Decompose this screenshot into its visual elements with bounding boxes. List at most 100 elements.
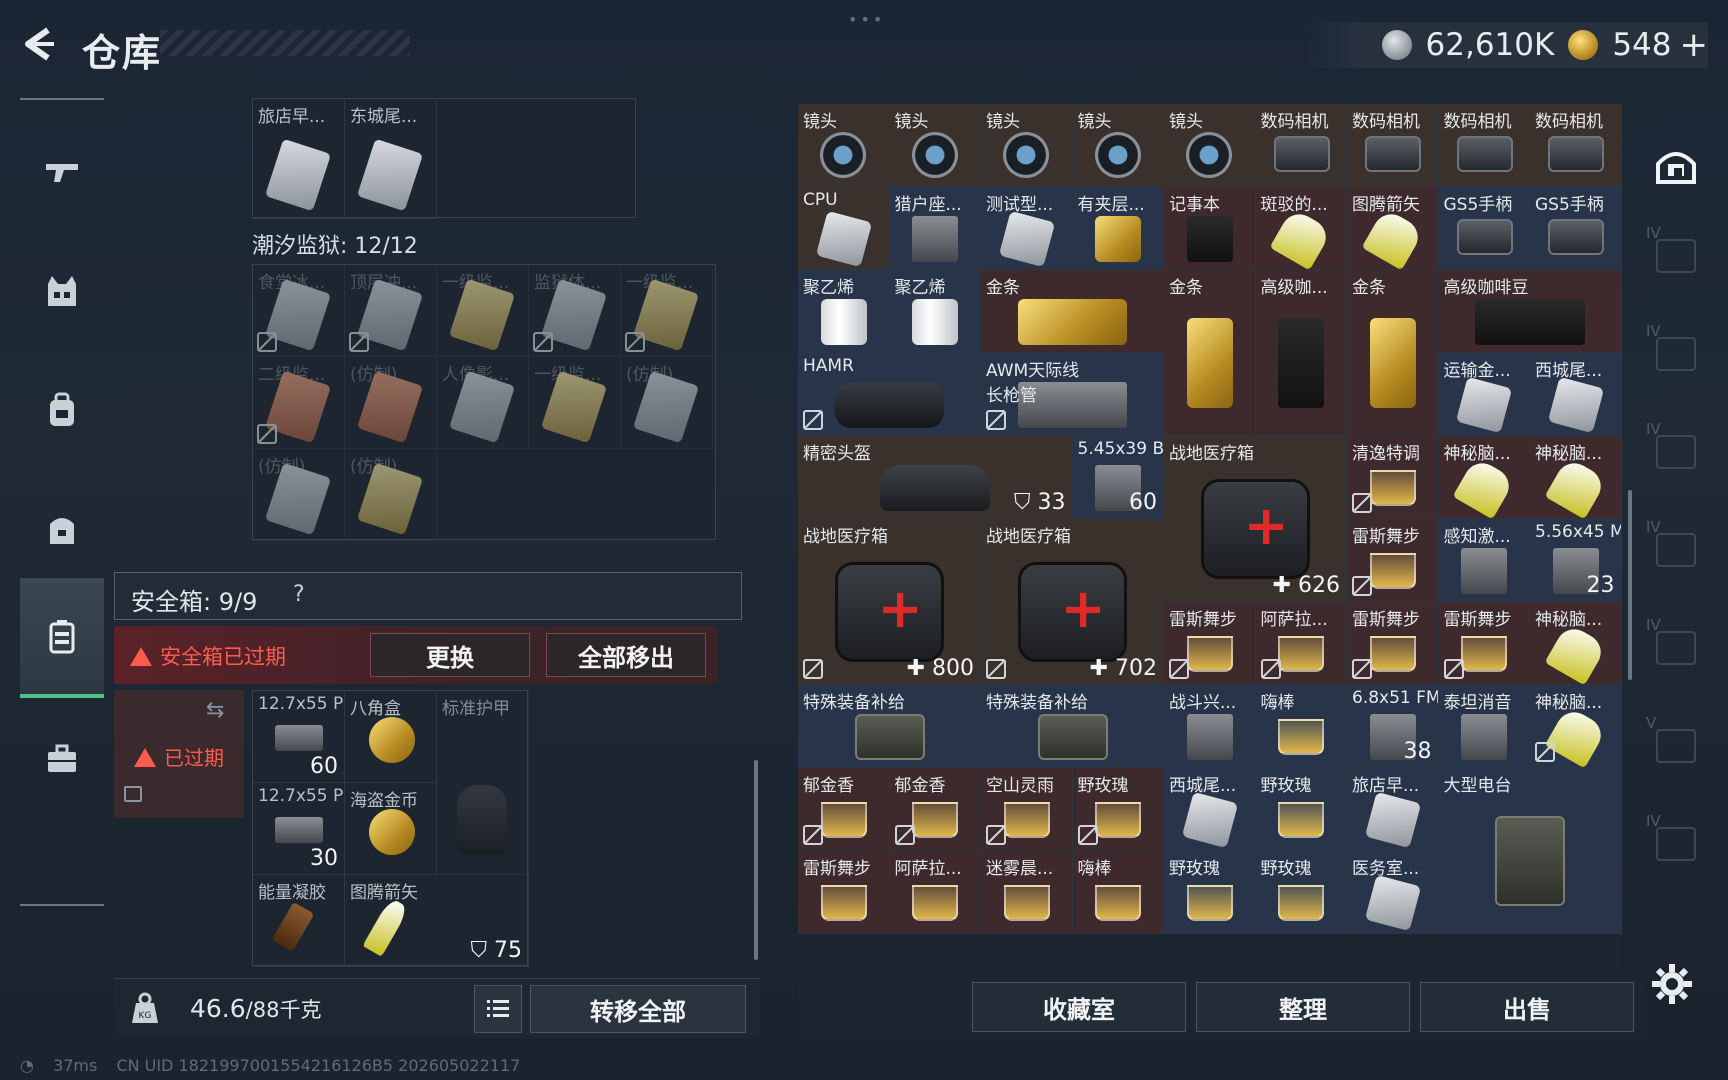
stash-item[interactable]: 雷斯舞步: [1347, 602, 1439, 685]
keycard-item[interactable]: (仿制): [345, 449, 437, 541]
rail-safebox-slot[interactable]: [20, 578, 104, 698]
stash-item[interactable]: 神秘脑...: [1530, 436, 1622, 519]
stash-page-tab[interactable]: IV: [1640, 306, 1712, 402]
safebox-item[interactable]: 能量凝胶: [253, 875, 345, 967]
stash-item[interactable]: CPU: [798, 187, 890, 270]
stash-home-tab[interactable]: [1640, 116, 1712, 212]
stash-item[interactable]: 野玫瑰: [1255, 768, 1347, 851]
stash-item[interactable]: 6.8x51 FMJ 38: [1347, 685, 1439, 768]
container-item[interactable]: 旅店早...: [253, 99, 345, 219]
rail-case-slot[interactable]: [20, 698, 104, 818]
stash-item[interactable]: 野玫瑰: [1072, 768, 1164, 851]
replace-button[interactable]: 更换: [370, 633, 530, 677]
stash-page-tab[interactable]: IV: [1640, 600, 1712, 696]
stash-item[interactable]: 特殊装备补给: [981, 685, 1164, 768]
stash-item[interactable]: 金条: [1164, 270, 1256, 436]
safebox-thumbnail[interactable]: ⇆ 已过期: [114, 690, 244, 818]
stash-item[interactable]: 雷斯舞步: [798, 851, 890, 934]
collection-room-button[interactable]: 收藏室: [972, 982, 1186, 1032]
sell-button[interactable]: 出售: [1420, 982, 1634, 1032]
transfer-all-button[interactable]: 转移全部: [530, 985, 746, 1033]
stash-item[interactable]: 精密头盔 ⛉ 33: [798, 436, 1073, 519]
add-currency-button[interactable]: +: [1680, 25, 1709, 65]
stash-item[interactable]: 高级咖...: [1255, 270, 1347, 436]
stash-item[interactable]: 泰坦消音: [1438, 685, 1530, 768]
stash-page-tab[interactable]: IV: [1640, 502, 1712, 598]
stash-item[interactable]: 高级咖啡豆: [1438, 270, 1622, 353]
stash-item[interactable]: 5.56x45 M855A1 23: [1530, 519, 1622, 602]
safebox-item[interactable]: 图腾箭矢 ⛉ 75: [345, 875, 529, 967]
keycard-item[interactable]: 二级监...: [253, 357, 345, 449]
safebox-item[interactable]: 标准护甲: [437, 691, 529, 875]
stash-item[interactable]: 大型电台: [1438, 768, 1622, 934]
stash-item[interactable]: GS5手柄: [1530, 187, 1622, 270]
stash-item[interactable]: HAMR: [798, 353, 981, 436]
stash-item[interactable]: 图腾箭矢: [1347, 187, 1439, 270]
stash-page-tab[interactable]: IV: [1640, 796, 1712, 892]
container-item[interactable]: 东城尾...: [345, 99, 437, 219]
stash-page-tab[interactable]: V: [1640, 698, 1712, 794]
stash-item[interactable]: 聚乙烯: [798, 270, 890, 353]
stash-item[interactable]: 医务室...: [1347, 851, 1439, 934]
stash-item[interactable]: 金条: [1347, 270, 1439, 436]
stash-item[interactable]: 雷斯舞步: [1438, 602, 1530, 685]
safebox-item[interactable]: 12.7x55 PS 60: [253, 691, 345, 783]
settings-gear-icon[interactable]: [1648, 960, 1696, 1008]
stash-item[interactable]: 镜头: [1164, 104, 1256, 187]
stash-item[interactable]: 空山灵雨: [981, 768, 1073, 851]
stash-scrollbar[interactable]: [1628, 490, 1632, 680]
back-button[interactable]: [20, 24, 60, 64]
stash-item[interactable]: 郁金香: [889, 768, 981, 851]
stash-item[interactable]: 野玫瑰: [1164, 851, 1256, 934]
drag-handle[interactable]: •••: [848, 10, 885, 29]
stash-item[interactable]: 数码相机: [1347, 104, 1439, 187]
stash-item[interactable]: 郁金香: [798, 768, 890, 851]
stash-item[interactable]: 斑驳的...: [1255, 187, 1347, 270]
stash-item[interactable]: 测试型...: [981, 187, 1073, 270]
stash-item[interactable]: 旅店早...: [1347, 768, 1439, 851]
container-scrollbar[interactable]: [754, 760, 758, 960]
stash-item[interactable]: 金条: [981, 270, 1164, 353]
sort-button[interactable]: 整理: [1196, 982, 1410, 1032]
stash-item[interactable]: 镜头: [889, 104, 981, 187]
stash-item[interactable]: 迷雾晨...: [981, 851, 1073, 934]
stash-item[interactable]: GS5手柄: [1438, 187, 1530, 270]
keycard-item[interactable]: (仿制): [621, 357, 713, 449]
safebox-item[interactable]: 海盗金币: [345, 783, 437, 875]
stash-page-tab[interactable]: IV: [1640, 208, 1712, 304]
stash-item[interactable]: 镜头: [981, 104, 1073, 187]
stash-item[interactable]: 野玫瑰: [1255, 851, 1347, 934]
swap-icon[interactable]: ⇆: [206, 698, 224, 723]
list-view-button[interactable]: [474, 985, 522, 1033]
stash-item[interactable]: 记事本: [1164, 187, 1256, 270]
safebox-item[interactable]: 12.7x55 PS 30: [253, 783, 345, 875]
keycard-item[interactable]: 监狱体...: [529, 265, 621, 357]
stash-item[interactable]: 阿萨拉...: [1255, 602, 1347, 685]
stash-item[interactable]: 感知激...: [1438, 519, 1530, 602]
stash-item[interactable]: 西城尾...: [1530, 353, 1622, 436]
keycard-item[interactable]: 一级监...: [529, 357, 621, 449]
stash-item[interactable]: 聚乙烯: [889, 270, 981, 353]
stash-page-tab[interactable]: IV: [1640, 404, 1712, 500]
stash-item[interactable]: 嗨棒: [1072, 851, 1164, 934]
stash-item[interactable]: 数码相机: [1438, 104, 1530, 187]
stash-item[interactable]: 战地医疗箱 ✚ 800: [798, 519, 981, 685]
stash-item[interactable]: 有夹层...: [1072, 187, 1164, 270]
stash-item[interactable]: 神秘脑...: [1438, 436, 1530, 519]
stash-item[interactable]: 5.45x39 BT 60: [1072, 436, 1164, 519]
help-icon[interactable]: ?: [293, 582, 305, 607]
stash-item[interactable]: 战斗兴...: [1164, 685, 1256, 768]
stash-item[interactable]: 运输金...: [1438, 353, 1530, 436]
keycard-item[interactable]: 一级监...: [621, 265, 713, 357]
rail-backpack-slot[interactable]: [20, 350, 104, 470]
stash-item[interactable]: 特殊装备补给: [798, 685, 981, 768]
stash-item[interactable]: 嗨棒: [1255, 685, 1347, 768]
stash-item[interactable]: AWM天际线 长枪管: [981, 353, 1164, 436]
stash-item[interactable]: 猎户座...: [889, 187, 981, 270]
stash-item[interactable]: 战地医疗箱 ✚ 626: [1164, 436, 1347, 602]
stash-item[interactable]: 数码相机: [1530, 104, 1622, 187]
stash-item[interactable]: 阿萨拉...: [889, 851, 981, 934]
stash-item[interactable]: 雷斯舞步: [1347, 519, 1439, 602]
keycard-item[interactable]: (仿制): [253, 449, 345, 541]
stash-item[interactable]: 镜头: [798, 104, 890, 187]
